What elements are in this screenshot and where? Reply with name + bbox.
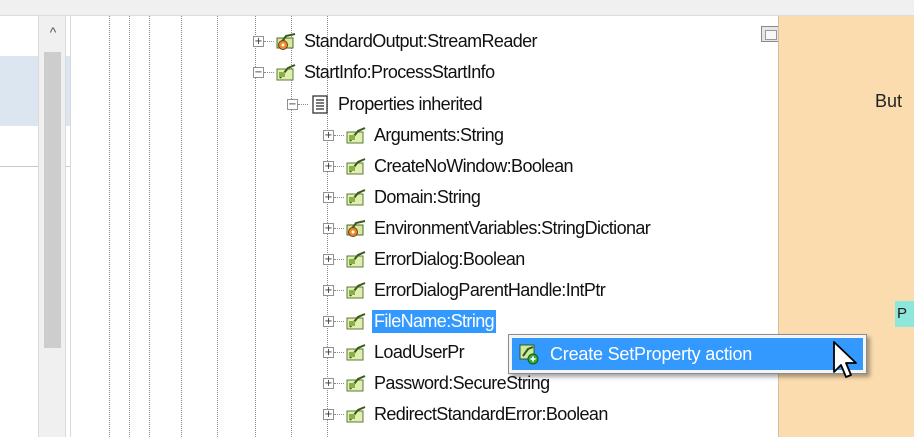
property-icon xyxy=(346,405,367,424)
property-icon xyxy=(346,126,367,145)
tree-node[interactable]: + ErrorDialog:Boolean xyxy=(323,244,527,274)
expand-toggle-icon[interactable]: + xyxy=(323,191,334,203)
property-icon xyxy=(346,281,367,300)
expand-toggle-icon[interactable]: + xyxy=(323,284,334,296)
tree-node-label: StandardOutput:StreamReader xyxy=(304,30,538,51)
tree-node-label: CreateNoWindow:Boolean xyxy=(374,155,574,176)
tree-guide-line xyxy=(149,16,150,437)
tree-node-selected[interactable]: + FileName:String xyxy=(323,306,497,336)
tree-guide-line xyxy=(109,16,110,437)
scroll-up-arrow-icon[interactable]: ^ xyxy=(39,20,67,44)
tree-guide-line xyxy=(181,16,182,437)
tree-node-label: Arguments:String xyxy=(374,124,504,145)
create-setproperty-action-menu-item[interactable]: Create SetProperty action xyxy=(512,338,863,370)
collapse-toggle-icon[interactable]: − xyxy=(287,98,298,110)
tree-node-label: StartInfo:ProcessStartInfo xyxy=(304,61,495,82)
expand-toggle-icon[interactable]: + xyxy=(323,222,334,234)
collapse-toggle-icon[interactable]: − xyxy=(253,66,264,78)
expand-toggle-icon[interactable]: + xyxy=(323,160,334,172)
expand-toggle-icon[interactable]: + xyxy=(323,408,334,420)
tree-node[interactable]: + Arguments:String xyxy=(323,120,505,150)
expand-toggle-icon[interactable]: + xyxy=(253,35,264,47)
expand-toggle-icon[interactable]: + xyxy=(323,346,334,358)
tree-node[interactable]: + CreateNoWindow:Boolean xyxy=(323,151,575,181)
property-icon xyxy=(346,188,367,207)
canvas-connector-chip[interactable]: P xyxy=(895,301,914,327)
tree-node[interactable]: + StandardOutput:StreamReader xyxy=(253,26,539,56)
tree-node[interactable]: + EnvironmentVariables:StringDictionar xyxy=(323,213,652,243)
tree-node[interactable]: + ErrorDialogParentHandle:IntPtr xyxy=(323,275,607,305)
tree-node[interactable]: + LoadUserPr xyxy=(323,337,466,367)
expand-toggle-icon[interactable]: + xyxy=(323,253,334,265)
property-icon xyxy=(346,374,367,393)
tree-node-label: RedirectStandardError:Boolean xyxy=(374,403,608,424)
tree-node-label: FileName:String xyxy=(372,309,497,333)
tree-guide-line xyxy=(129,16,130,437)
tree-node-label: LoadUserPr xyxy=(374,341,465,362)
tree-node-label: Properties inherited xyxy=(338,93,483,114)
expand-toggle-icon[interactable]: + xyxy=(323,315,334,327)
tree-node[interactable]: + Domain:String xyxy=(323,182,482,212)
tree-node-label: Password:SecureString xyxy=(374,372,550,393)
tree-node-label: ErrorDialogParentHandle:IntPtr xyxy=(374,279,606,300)
canvas-node-label[interactable]: But xyxy=(875,91,902,112)
property-gear-icon xyxy=(346,219,367,238)
expand-toggle-icon[interactable]: + xyxy=(323,129,334,141)
scrollbar-thumb[interactable] xyxy=(44,52,61,348)
expand-toggle-icon[interactable]: + xyxy=(323,377,334,389)
top-toolbar-strip xyxy=(0,0,914,16)
left-scrollbar[interactable]: ^ xyxy=(38,16,66,437)
property-icon xyxy=(276,63,297,82)
tree-guide-line xyxy=(217,16,218,437)
tree-node[interactable]: − Properties inherited xyxy=(287,89,484,119)
action-icon xyxy=(518,342,542,366)
tree-node[interactable]: + RedirectStandardError:Boolean xyxy=(323,399,610,429)
mouse-pointer-icon xyxy=(832,340,862,386)
context-popup-menu: Create SetProperty action xyxy=(508,334,867,374)
overview-toggle-button[interactable] xyxy=(761,26,779,42)
menu-item-label: Create SetProperty action xyxy=(550,343,753,364)
property-icon xyxy=(346,343,367,362)
tree-node-label: ErrorDialog:Boolean xyxy=(374,248,525,269)
property-gear-icon xyxy=(276,32,297,51)
property-icon xyxy=(346,157,367,176)
document-list-icon xyxy=(310,94,331,114)
tree-node-label: EnvironmentVariables:StringDictionar xyxy=(374,217,651,238)
tree-node-label: Domain:String xyxy=(374,186,481,207)
property-icon xyxy=(346,312,367,331)
tree-node[interactable]: − StartInfo:ProcessStartInfo xyxy=(253,57,497,87)
property-icon xyxy=(346,250,367,269)
